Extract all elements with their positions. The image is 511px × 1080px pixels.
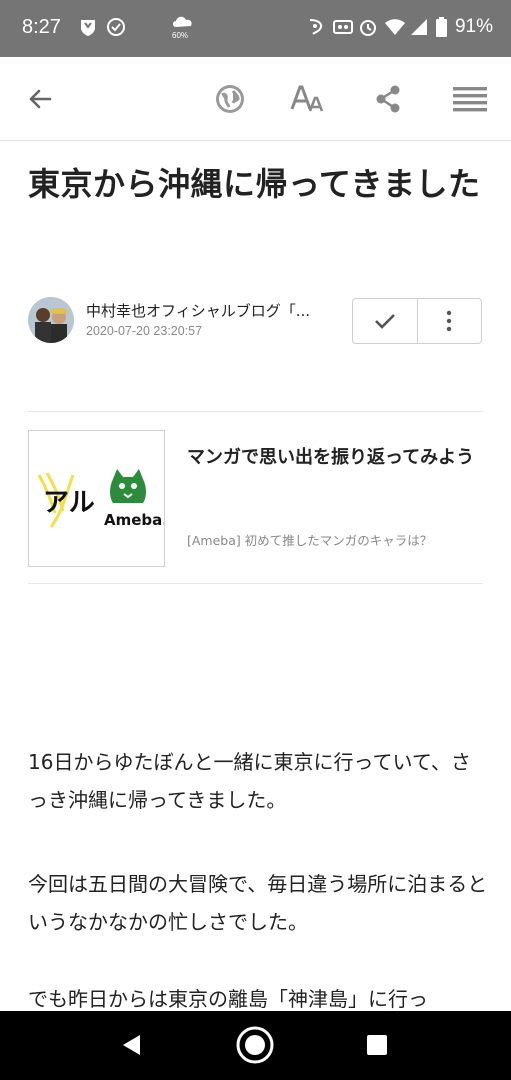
ameba-mascot-icon	[110, 469, 146, 503]
ad-thumbnail[interactable]: アル Ameba.	[28, 430, 165, 567]
square-recents-icon	[367, 1035, 387, 1055]
weather-percent: 60%	[172, 31, 189, 40]
shield-icon	[78, 17, 98, 37]
author-name[interactable]: 中村幸也オフィシャルブログ「...	[86, 300, 342, 321]
article-title: 東京から沖縄に帰ってきました	[28, 165, 481, 203]
globe-icon	[216, 85, 244, 113]
weather-icon: 60%	[170, 12, 196, 42]
ad-art-text: アル	[43, 488, 95, 518]
font-size-icon	[290, 85, 324, 112]
media-icon	[332, 17, 353, 37]
nav-home-button[interactable]	[235, 1025, 275, 1065]
battery-icon	[435, 17, 447, 37]
ameba-logo-text: Ameba.	[104, 511, 165, 529]
signal-icon	[410, 17, 430, 37]
back-arrow-icon	[29, 89, 52, 109]
translate-button[interactable]	[210, 79, 250, 119]
share-icon	[376, 85, 400, 113]
follow-button[interactable]	[353, 299, 417, 343]
nfc-icon	[306, 17, 326, 37]
triangle-back-icon	[123, 1035, 140, 1055]
divider	[28, 583, 483, 584]
back-button[interactable]	[20, 79, 60, 119]
menu-icon	[453, 87, 487, 112]
wifi-icon	[384, 17, 405, 37]
avatar[interactable]	[28, 297, 74, 343]
battery-percent: 91%	[454, 16, 493, 37]
ad-title[interactable]: マンガで思い出を振り返ってみよう	[187, 445, 477, 470]
check-circle-icon	[106, 17, 126, 37]
more-vertical-icon	[447, 310, 452, 332]
author-actions	[352, 298, 482, 344]
ad-meta: [Ameba] 初めて推したマンガのキャラは？	[187, 533, 433, 548]
divider	[28, 411, 483, 412]
body-paragraph: 16日からゆたぼんと一緒に東京に行っていて、さっき沖縄に帰ってきました。	[28, 750, 471, 812]
font-size-button[interactable]	[288, 79, 328, 119]
app-bar	[0, 57, 511, 141]
post-date: 2020-07-20 23:20:57	[86, 324, 203, 338]
more-options-button[interactable]	[416, 299, 482, 343]
menu-button[interactable]	[450, 79, 490, 119]
alarm-icon	[358, 17, 378, 37]
navigation-bar	[0, 1011, 511, 1080]
nav-recents-button[interactable]	[357, 1025, 397, 1065]
status-bar: 8:27 60% 91%	[0, 0, 511, 57]
nav-back-button[interactable]	[112, 1025, 152, 1065]
ad-art: アル Ameba.	[37, 469, 165, 529]
body-paragraph: 今回は五日間の大冒険で、毎日違う場所に泊まるというなかなかの忙しさでした。	[28, 872, 488, 934]
home-circle-icon	[236, 1026, 274, 1064]
check-icon	[374, 314, 395, 329]
share-button[interactable]	[368, 79, 408, 119]
status-time: 8:27	[22, 16, 61, 38]
